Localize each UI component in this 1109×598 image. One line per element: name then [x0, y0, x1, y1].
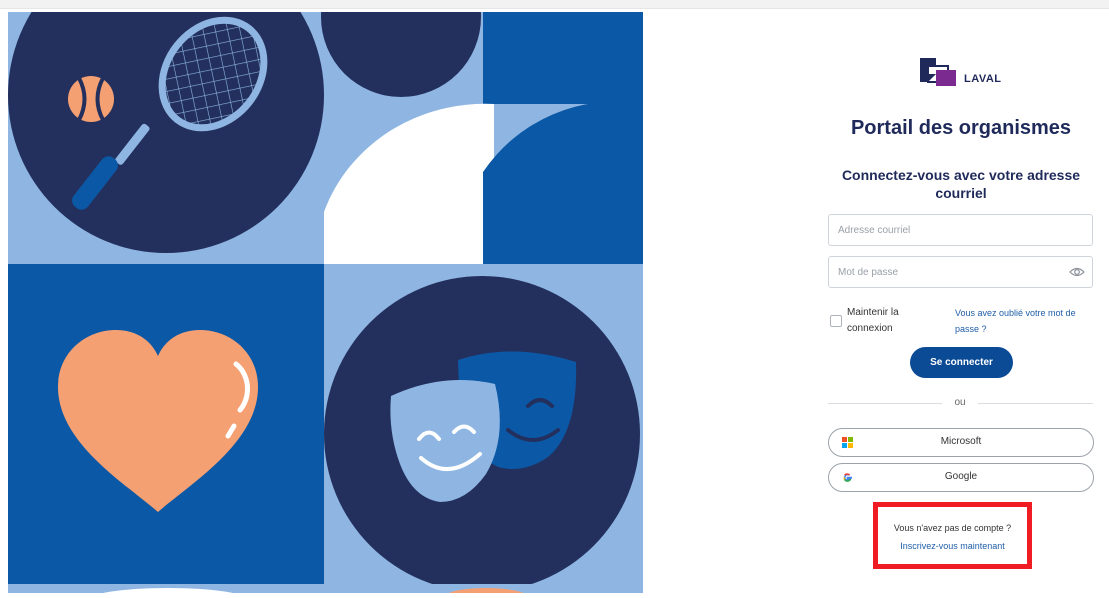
- laval-logo: LAVAL: [918, 56, 1008, 92]
- signup-highlight-box: Vous n'avez pas de compte ? Inscrivez-vo…: [873, 502, 1032, 569]
- remember-me-label: Maintenir la connexion: [847, 307, 899, 334]
- email-input[interactable]: [829, 215, 1058, 245]
- eye-icon[interactable]: [1069, 265, 1085, 279]
- forgot-password-link[interactable]: Vous avez oublié votre mot de passe ?: [955, 305, 1095, 337]
- microsoft-login-button[interactable]: Microsoft: [828, 428, 1094, 457]
- signup-link[interactable]: Inscrivez-vous maintenant: [878, 541, 1027, 551]
- divider-line-left: [828, 403, 942, 404]
- login-button[interactable]: Se connecter: [910, 347, 1013, 378]
- no-account-text: Vous n'avez pas de compte ?: [893, 523, 1012, 533]
- page-subtitle: Connectez-vous avec votre adresse courri…: [841, 167, 1081, 201]
- google-login-label: Google: [944, 471, 978, 482]
- decorative-illustration: [8, 12, 643, 593]
- laval-logo-icon: [920, 58, 956, 86]
- password-field[interactable]: [828, 256, 1093, 288]
- microsoft-login-label: Microsoft: [940, 436, 982, 447]
- google-login-button[interactable]: Google: [828, 463, 1094, 492]
- password-input[interactable]: [829, 257, 1058, 287]
- logo-text: LAVAL: [964, 73, 1002, 85]
- remember-me-checkbox[interactable]: [830, 315, 842, 327]
- login-panel: LAVAL Portail des organismes Connectez-v…: [820, 0, 1100, 598]
- tennis-ball-icon: [68, 76, 114, 122]
- page-title: Portail des organismes: [850, 117, 1072, 139]
- divider-text: ou: [954, 397, 966, 408]
- email-field[interactable]: [828, 214, 1093, 246]
- divider-line-right: [978, 403, 1093, 404]
